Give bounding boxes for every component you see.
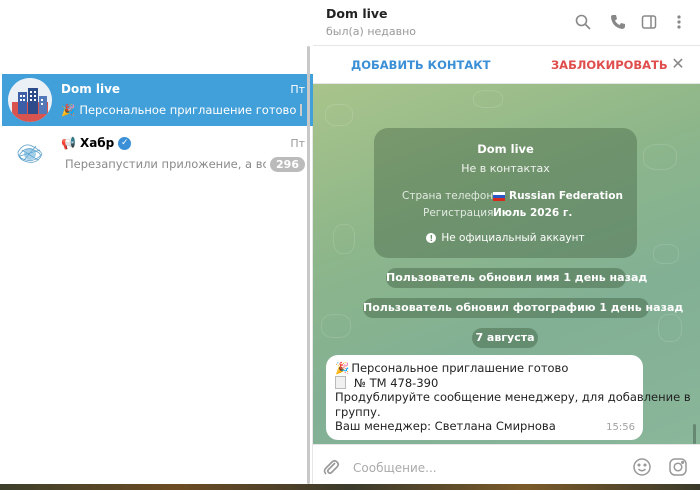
chat-name-wrapper: 📢 Хабр ✓ [61, 136, 132, 150]
message-input[interactable] [353, 457, 623, 479]
chat-preview: Перезапустили приложение, а все ег... [61, 157, 266, 171]
emoji-icon[interactable] [632, 457, 652, 477]
party-icon: 🎉 [335, 361, 350, 375]
registration-row: Регистрация [423, 207, 493, 219]
verified-icon: ✓ [118, 136, 132, 150]
chat-title[interactable]: Dom live [326, 6, 388, 21]
background-doodle [473, 90, 503, 108]
chat-date: Пт [290, 82, 305, 96]
chat-preview: 🎉 Персональное приглашение готово № [61, 103, 305, 117]
block-button[interactable]: ЗАБЛОКИРОВАТЬ [551, 58, 668, 72]
background-doodle [643, 144, 677, 170]
message-text-line1: Персональное приглашение готово [351, 361, 569, 375]
service-message: Пользователь обновил имя 1 день назад [386, 268, 647, 288]
message-text-line2: № ТМ 478-390 [354, 375, 439, 390]
more-icon[interactable] [670, 13, 688, 31]
desktop-wallpaper-strip [0, 484, 700, 490]
sidebar-header [0, 0, 313, 74]
chat-preview-text: Персональное приглашение готово [79, 103, 297, 117]
incoming-message[interactable]: 🎉 Персональное приглашение готово № ТМ 4… [326, 355, 691, 440]
background-doodle [653, 244, 679, 264]
sidebar-scrollbar[interactable] [307, 46, 310, 484]
chat-scrollbar[interactable] [693, 424, 696, 444]
close-icon[interactable]: ✕ [669, 54, 687, 73]
background-doodle [333, 224, 355, 254]
message-text-line3: Продублируйте сообщение менеджеру, для д… [335, 390, 691, 404]
chat-name: Dom live [61, 82, 121, 96]
chat-list-item-dom-live[interactable]: Dom live Пт 🎉 Персональное приглашение г… [2, 74, 313, 126]
phone-icon[interactable] [609, 13, 627, 31]
add-contact-button[interactable]: ДОБАВИТЬ КОНТАКТ [351, 58, 490, 72]
document-icon [300, 104, 303, 116]
background-doodle [325, 104, 353, 126]
message-text-line4: группу. [335, 404, 381, 419]
unofficial-note-text: Не официальный аккаунт [441, 232, 585, 244]
message-text-line5: Ваш менеджер: Светлана Смирнова [335, 419, 556, 433]
background-doodle [321, 314, 351, 338]
chat-preview-text: Перезапустили приложение, а все ег... [65, 157, 266, 171]
date-separator: 7 августа [472, 328, 538, 348]
info-card-title: Dom live [477, 142, 534, 156]
paperclip-icon[interactable] [321, 457, 341, 477]
message-time: 15:56 [606, 421, 635, 433]
registration-label: Регистрация [423, 207, 494, 219]
search-icon[interactable] [574, 13, 592, 31]
contact-action-bar: ДОБАВИТЬ КОНТАКТ ЗАБЛОКИРОВАТЬ ✕ [313, 46, 700, 84]
service-message: Пользователь обновил фотографию 1 день н… [363, 298, 683, 318]
registration-value-row: Июль 2026 г. [493, 207, 572, 219]
info-card-subtitle: Не в контактах [461, 162, 550, 175]
russia-flag-icon [493, 191, 505, 201]
contact-info-card: Dom live Не в контактах Страна телефона … [374, 128, 637, 258]
phone-country-label: Страна телефона [402, 190, 500, 202]
message-line: № ТМ 478-390 [335, 376, 634, 391]
avatar [8, 78, 52, 122]
chat-status: был(а) недавно [326, 25, 417, 38]
chat-list-item-habr[interactable]: 📢 Хабр ✓ Пт Перезапустили приложение, а … [2, 128, 313, 180]
background-doodle [658, 314, 682, 342]
video-message-icon[interactable] [668, 457, 688, 477]
message-line: 🎉 Персональное приглашение готово [335, 361, 634, 376]
chat-list-sidebar: Dom live Пт 🎉 Персональное приглашение г… [0, 0, 313, 490]
phone-country-row: Страна телефона [402, 190, 500, 202]
phone-country-value: Russian Federation [509, 190, 623, 202]
phone-country-value-row: Russian Federation [493, 190, 623, 202]
unread-badge: 296 [270, 156, 305, 172]
chat-name: Хабр [79, 136, 115, 150]
chat-panel: Dom live был(а) недавно ДОБАВИТЬ КОНТАКТ… [313, 0, 700, 490]
avatar [8, 132, 52, 176]
unofficial-note: ! Не официальный аккаунт [374, 232, 637, 244]
party-icon: 🎉 [61, 103, 76, 117]
message-area[interactable]: Dom live Не в контактах Страна телефона … [313, 84, 700, 444]
chat-date: Пт [290, 136, 305, 150]
info-icon: ! [426, 233, 437, 243]
sidebar-toggle-icon[interactable] [640, 13, 658, 31]
registration-value: Июль 2026 г. [493, 207, 573, 219]
document-icon [335, 376, 346, 390]
chat-header: Dom live был(а) недавно [313, 0, 700, 46]
megaphone-icon: 📢 [61, 136, 76, 150]
